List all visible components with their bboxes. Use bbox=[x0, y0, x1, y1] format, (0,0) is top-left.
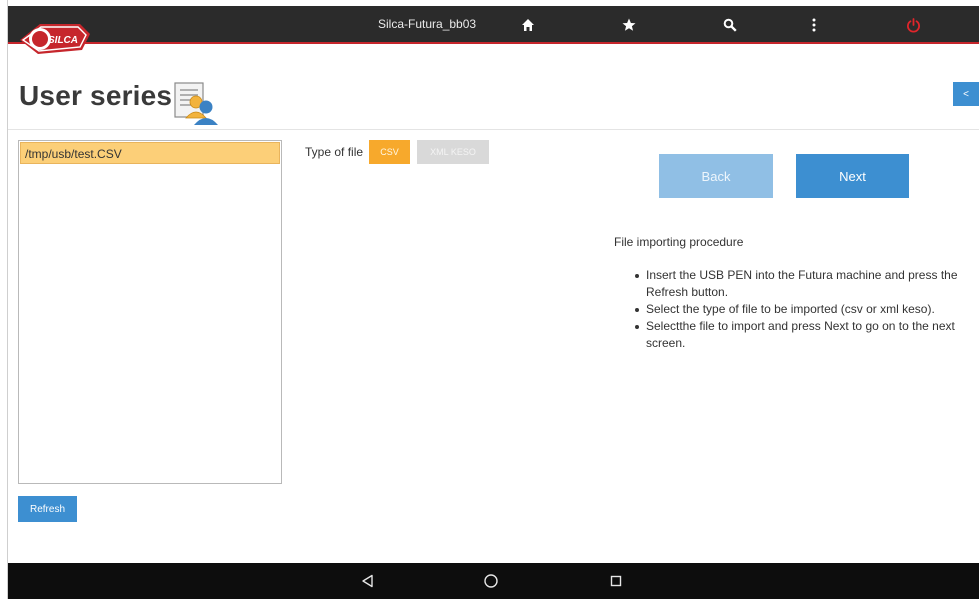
next-button[interactable]: Next bbox=[796, 154, 909, 198]
user-series-icon bbox=[172, 80, 220, 126]
collapse-panel-button[interactable]: < bbox=[953, 82, 979, 106]
file-list[interactable]: /tmp/usb/test.CSV bbox=[18, 140, 282, 484]
instruction-step: Insert the USB PEN into the Futura machi… bbox=[634, 267, 964, 301]
file-type-xml-keso-button[interactable]: XML KESO bbox=[417, 140, 489, 164]
back-button[interactable]: Back bbox=[659, 154, 773, 198]
svg-text:SILCA: SILCA bbox=[48, 35, 78, 46]
silca-logo: SILCA bbox=[18, 21, 90, 57]
header-divider bbox=[8, 129, 979, 130]
instructions-list: Insert the USB PEN into the Futura machi… bbox=[634, 267, 964, 352]
android-home-icon[interactable] bbox=[482, 572, 500, 590]
android-back-icon[interactable] bbox=[359, 572, 377, 590]
list-item[interactable]: /tmp/usb/test.CSV bbox=[20, 142, 280, 164]
system-nav-bar bbox=[8, 563, 979, 599]
instruction-step: Selectthe file to import and press Next … bbox=[634, 318, 964, 352]
power-icon[interactable] bbox=[903, 15, 923, 35]
star-icon[interactable] bbox=[619, 15, 639, 35]
file-type-label: Type of file bbox=[305, 145, 364, 159]
refresh-button[interactable]: Refresh bbox=[18, 496, 77, 522]
search-icon[interactable] bbox=[720, 15, 740, 35]
instructions-title: File importing procedure bbox=[614, 235, 744, 249]
home-icon[interactable] bbox=[518, 15, 538, 35]
top-bar: SILCA Silca-Futura_bb03 bbox=[8, 6, 979, 54]
more-vert-icon[interactable] bbox=[804, 15, 824, 35]
android-recents-icon[interactable] bbox=[607, 572, 625, 590]
instruction-step: Select the type of file to be imported (… bbox=[634, 301, 964, 318]
file-type-csv-button[interactable]: CSV bbox=[369, 140, 410, 164]
app-window: SILCA Silca-Futura_bb03 User series < /t… bbox=[0, 0, 979, 599]
window-edge bbox=[0, 0, 8, 599]
device-title: Silca-Futura_bb03 bbox=[378, 17, 477, 31]
page-title: User series bbox=[19, 80, 173, 111]
